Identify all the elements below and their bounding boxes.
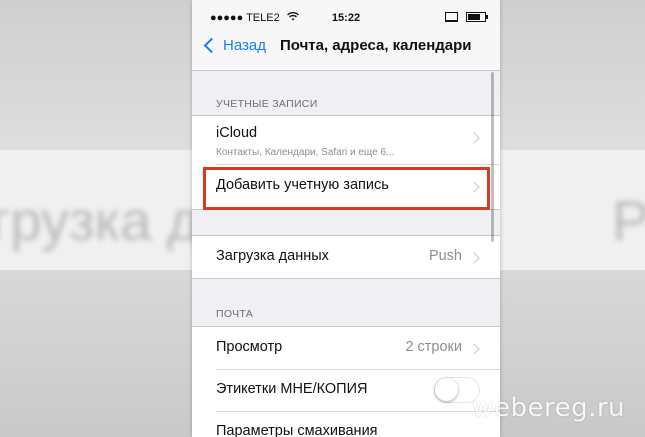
battery-icon (466, 12, 488, 22)
back-button-label: Назад (223, 37, 266, 54)
background-blurred-text-right: P (612, 189, 645, 252)
watermark: webereg.ru (472, 393, 625, 423)
chevron-right-icon (468, 132, 480, 144)
background-blurred-text-left: грузка д (0, 189, 200, 252)
fetch-value: Push (428, 248, 462, 264)
status-bar: ●●●●● TELE2 15:22 (192, 0, 500, 28)
chevron-right-icon (468, 181, 480, 193)
add-account-row[interactable]: Добавить учетную запись (192, 164, 500, 209)
account-subtitle: Контакты, Календари, Safari и еще 6... (216, 147, 395, 158)
fetch-title: Загрузка данных (216, 248, 329, 264)
toggle-knob (435, 378, 458, 401)
navigation-bar: Назад Почта, адреса, календари (192, 28, 500, 71)
chevron-right-icon (468, 343, 480, 355)
section-header-accounts: УЧЕТНЫЕ ЗАПИСИ (216, 98, 318, 110)
add-account-label: Добавить учетную запись (216, 177, 389, 193)
mail-group: Просмотр 2 строки Этикетки МНЕ/КОПИЯ Пар… (192, 326, 500, 437)
status-right-icons (445, 12, 488, 22)
preview-value: 2 строки (405, 339, 462, 355)
to-cc-label-row: Этикетки МНЕ/КОПИЯ (192, 369, 500, 411)
to-cc-label-title: Этикетки МНЕ/КОПИЯ (216, 381, 368, 397)
phone-screen: ●●●●● TELE2 15:22 Назад Почта, адреса, к… (192, 0, 500, 437)
back-button[interactable]: Назад (203, 37, 266, 54)
screen-mirroring-icon (445, 12, 458, 22)
chevron-left-icon (203, 37, 220, 54)
account-title: iCloud (216, 125, 258, 141)
chevron-right-icon (468, 252, 480, 264)
fetch-new-data-row[interactable]: Загрузка данных Push (192, 236, 500, 278)
scrollbar[interactable] (491, 72, 494, 242)
page-title: Почта, адреса, календари (280, 37, 472, 54)
swipe-options-row[interactable]: Параметры смахивания (192, 411, 500, 437)
accounts-group: iCloud Контакты, Календари, Safari и еще… (192, 115, 500, 210)
fetch-group: Загрузка данных Push (192, 235, 500, 279)
swipe-options-title: Параметры смахивания (216, 423, 378, 437)
preview-row[interactable]: Просмотр 2 строки (192, 327, 500, 369)
preview-title: Просмотр (216, 339, 283, 355)
section-header-mail: ПОЧТА (216, 308, 254, 320)
account-row-icloud[interactable]: iCloud Контакты, Календари, Safari и еще… (192, 116, 500, 164)
